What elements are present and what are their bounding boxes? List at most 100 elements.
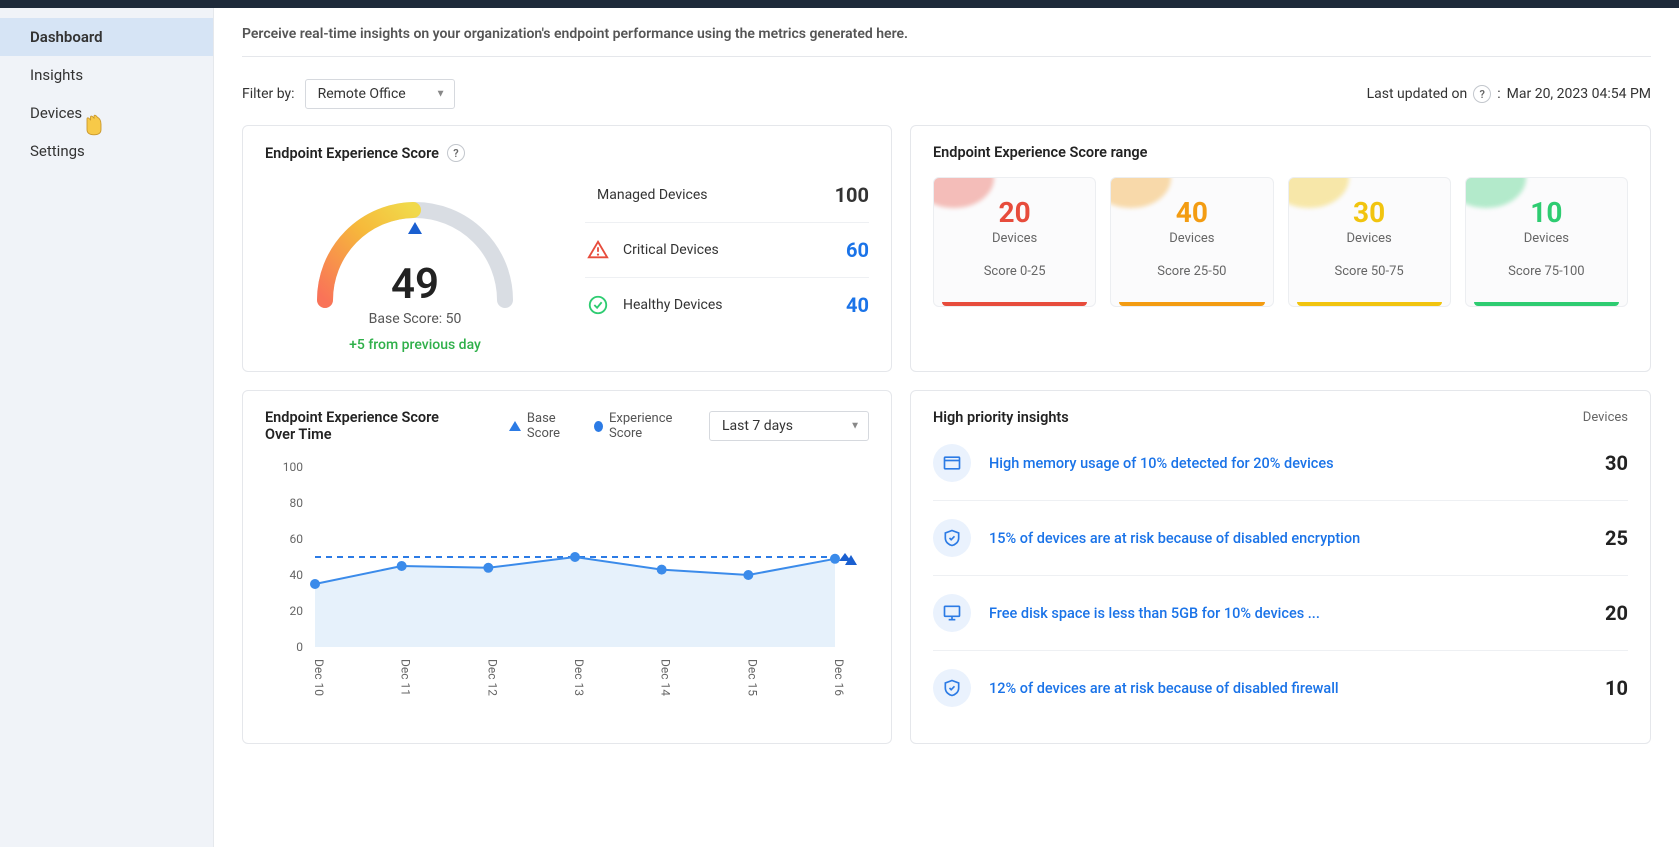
last-updated-timestamp: Mar 20, 2023 04:54 PM (1507, 86, 1651, 102)
insight-link[interactable]: 12% of devices are at risk because of di… (989, 680, 1339, 697)
svg-text:Dec 14: Dec 14 (659, 659, 673, 696)
range-score-label: Score 0-25 (942, 264, 1087, 279)
insight-row: 15% of devices are at risk because of di… (933, 501, 1628, 576)
insight-link[interactable]: Free disk space is less than 5GB for 10%… (989, 605, 1320, 622)
score-value: 49 (391, 260, 439, 309)
range-devices-label: Devices (942, 231, 1087, 246)
time-range-select[interactable]: Last 7 days ▼ (709, 411, 869, 441)
insight-link[interactable]: High memory usage of 10% detected for 20… (989, 455, 1334, 472)
help-icon[interactable]: ? (447, 144, 465, 162)
window-icon (933, 444, 971, 482)
metric-value[interactable]: 40 (846, 293, 869, 317)
last-updated-sep: : (1497, 86, 1500, 102)
svg-text:Dec 10: Dec 10 (312, 659, 326, 696)
svg-text:60: 60 (290, 532, 304, 546)
range-bar (1474, 302, 1619, 306)
filter-label: Filter by: (242, 86, 295, 102)
svg-text:40: 40 (290, 568, 304, 582)
insight-row: Free disk space is less than 5GB for 10%… (933, 576, 1628, 651)
score-delta: +5 from previous day (349, 337, 481, 353)
dot-marker-icon (594, 421, 603, 432)
svg-text:Dec 16: Dec 16 (832, 659, 846, 696)
legend-base: Base Score (509, 411, 578, 441)
sidebar: Dashboard Insights Devices Settings (0, 8, 214, 847)
range-card[interactable]: 30DevicesScore 50-75 (1288, 177, 1451, 307)
range-bar (1119, 302, 1264, 306)
svg-text:100: 100 (283, 460, 303, 474)
toolbar: Filter by: Remote Office ▼ Last updated … (242, 57, 1651, 125)
range-card[interactable]: 20DevicesScore 0-25 (933, 177, 1096, 307)
help-icon[interactable]: ? (1473, 85, 1491, 103)
filter-select[interactable]: Remote Office ▼ (305, 79, 455, 109)
insights-card: High priority insights Devices High memo… (910, 390, 1651, 744)
metric-row: Healthy Devices 40 (585, 278, 869, 332)
svg-text:Dec 13: Dec 13 (572, 659, 586, 696)
range-devices-label: Devices (1297, 231, 1442, 246)
sidebar-item-label: Devices (30, 104, 82, 122)
time-range-value: Last 7 days (722, 418, 793, 434)
insight-count: 30 (1605, 451, 1628, 475)
range-devices-label: Devices (1474, 231, 1619, 246)
svg-text:80: 80 (290, 496, 304, 510)
metric-label: Managed Devices (597, 187, 708, 203)
metric-value: 100 (835, 183, 869, 207)
sidebar-item-label: Settings (30, 142, 85, 160)
insights-title: High priority insights (933, 409, 1069, 426)
chevron-down-icon: ▼ (850, 421, 860, 432)
range-score-label: Score 25-50 (1119, 264, 1264, 279)
overtime-line-chart: 0 20 40 60 80 100 Dec 10 Dec 11 Dec 12 Dec 13 Dec … (265, 457, 865, 707)
legend-base-label: Base Score (527, 411, 578, 441)
range-card[interactable]: 40DevicesScore 25-50 (1110, 177, 1273, 307)
insight-row: 12% of devices are at risk because of di… (933, 651, 1628, 725)
triangle-marker-icon (509, 421, 521, 431)
overtime-title: Endpoint Experience Score Over Time (265, 409, 471, 443)
score-title: Endpoint Experience Score (265, 145, 439, 162)
svg-text:Dec 15: Dec 15 (745, 659, 759, 696)
svg-text:0: 0 (296, 640, 303, 654)
page-intro: Perceive real-time insights on your orga… (242, 22, 1651, 57)
insight-count: 25 (1605, 526, 1628, 550)
metric-label: Critical Devices (623, 242, 719, 258)
last-updated: Last updated on ? : Mar 20, 2023 04:54 P… (1367, 85, 1651, 103)
insight-count: 20 (1605, 601, 1628, 625)
check-circle-icon (585, 292, 611, 318)
insight-count: 10 (1605, 676, 1628, 700)
range-score-label: Score 50-75 (1297, 264, 1442, 279)
score-range-card: Endpoint Experience Score range 20Device… (910, 125, 1651, 372)
base-score-label: Base Score: 50 (369, 311, 462, 327)
range-card[interactable]: 10DevicesScore 75-100 (1465, 177, 1628, 307)
metric-row: Managed Devices 100 (585, 168, 869, 223)
warning-icon (585, 237, 611, 263)
app-top-bar (0, 0, 1679, 8)
range-score-label: Score 75-100 (1474, 264, 1619, 279)
overtime-card: Endpoint Experience Score Over Time Base… (242, 390, 892, 744)
sidebar-item-dashboard[interactable]: Dashboard (0, 18, 213, 56)
metric-label: Healthy Devices (623, 297, 723, 313)
sidebar-item-devices[interactable]: Devices (0, 94, 213, 132)
main-content: Perceive real-time insights on your orga… (214, 8, 1679, 847)
range-bar (942, 302, 1087, 306)
score-card: Endpoint Experience Score ? (242, 125, 892, 372)
insight-link[interactable]: 15% of devices are at risk because of di… (989, 530, 1360, 547)
filter-select-value: Remote Office (318, 86, 406, 102)
insights-col-header: Devices (1583, 410, 1628, 425)
last-updated-prefix: Last updated on (1367, 86, 1468, 102)
range-title: Endpoint Experience Score range (933, 144, 1628, 161)
sidebar-item-insights[interactable]: Insights (0, 56, 213, 94)
legend-exp-label: Experience Score (609, 411, 691, 441)
range-devices-label: Devices (1119, 231, 1264, 246)
range-bar (1297, 302, 1442, 306)
sidebar-item-label: Dashboard (30, 28, 103, 46)
sidebar-item-settings[interactable]: Settings (0, 132, 213, 170)
chevron-down-icon: ▼ (436, 89, 446, 100)
metric-value[interactable]: 60 (846, 238, 869, 262)
svg-text:Dec 12: Dec 12 (485, 659, 499, 696)
shield-icon (933, 669, 971, 707)
svg-text:20: 20 (290, 604, 304, 618)
sidebar-item-label: Insights (30, 66, 83, 84)
shield-check-icon (933, 519, 971, 557)
svg-text:Dec 11: Dec 11 (399, 659, 413, 696)
legend-experience: Experience Score (594, 411, 691, 441)
metric-row: Critical Devices 60 (585, 223, 869, 278)
monitor-icon (933, 594, 971, 632)
